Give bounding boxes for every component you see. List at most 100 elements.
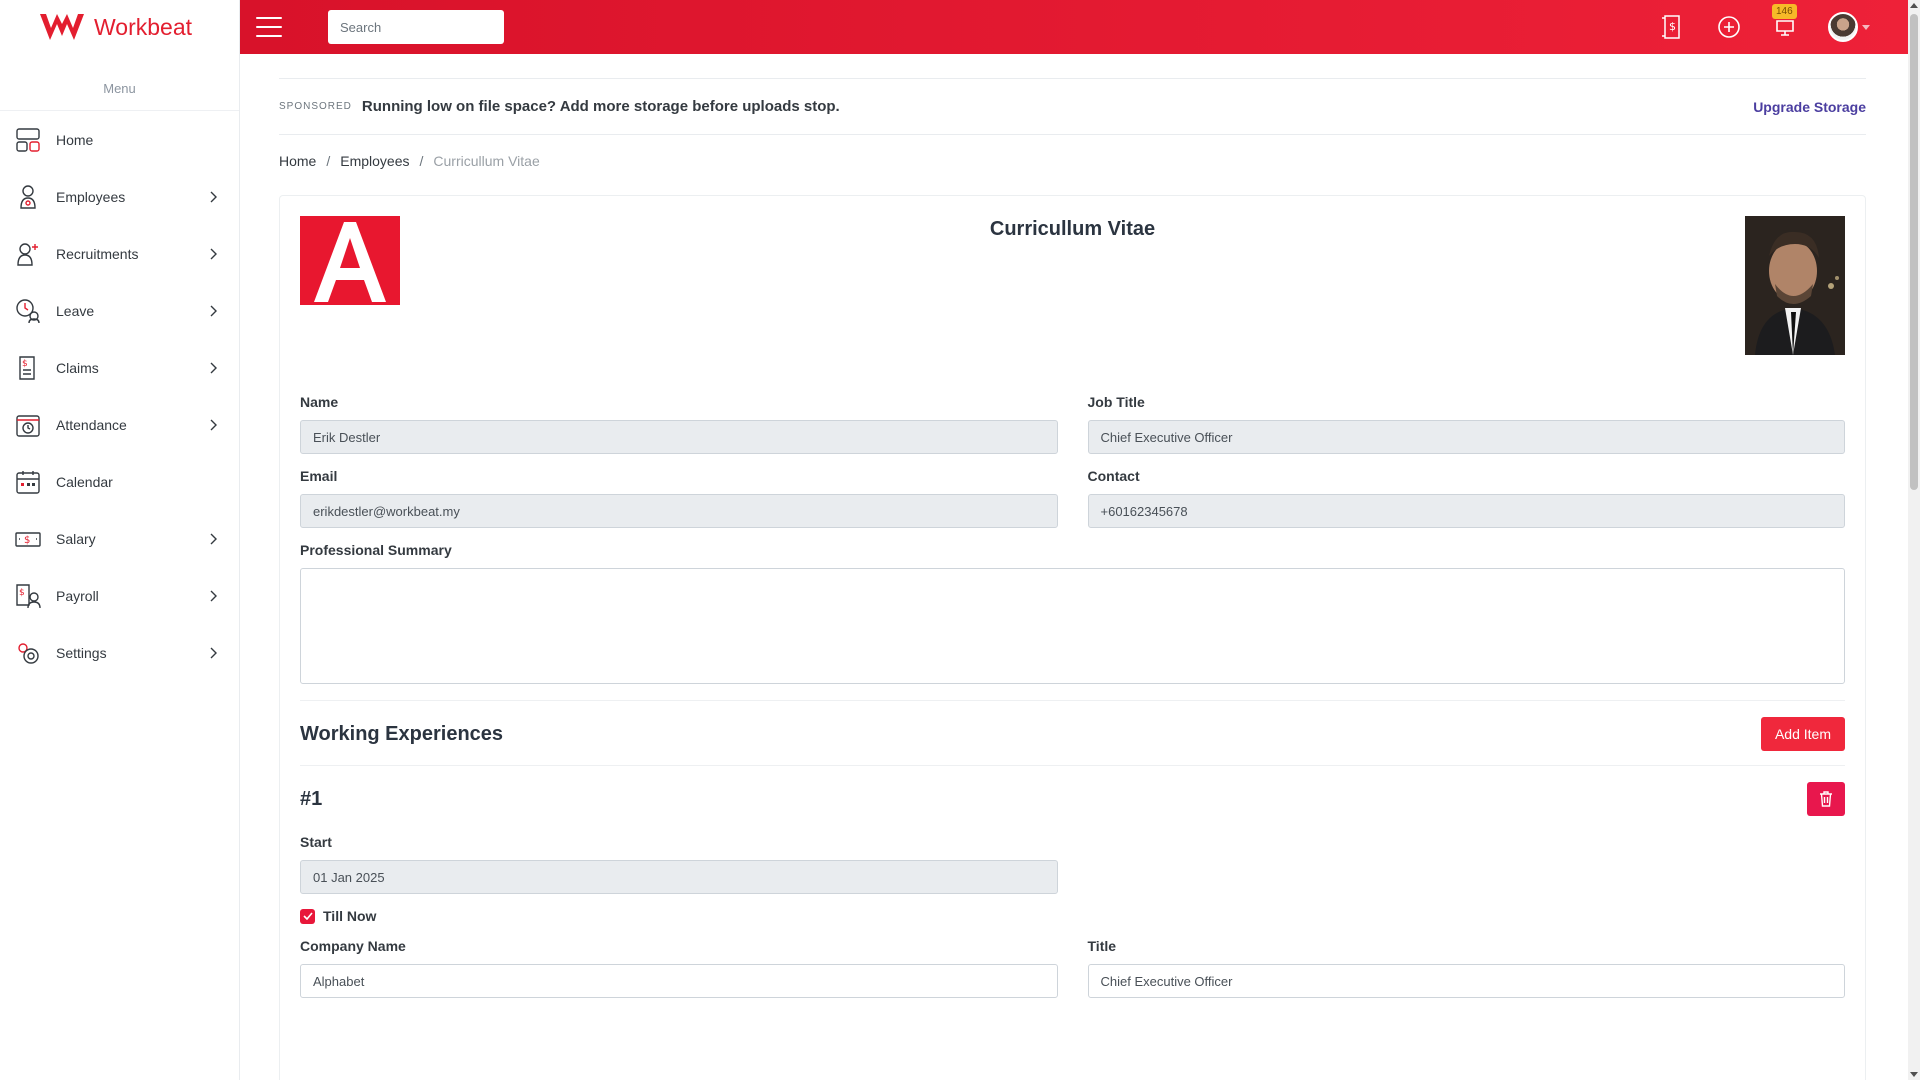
chevron-right-icon — [207, 190, 221, 204]
chevron-right-icon — [207, 418, 221, 432]
sidebar-item-label: Attendance — [56, 416, 127, 433]
user-menu[interactable] — [1828, 12, 1870, 42]
salary-icon: $ — [15, 526, 41, 552]
recruitment-icon — [15, 241, 41, 267]
sidebar-item-employees[interactable]: Employees — [0, 168, 239, 225]
sidebar-item-calendar[interactable]: Calendar — [0, 453, 239, 510]
sidebar-item-leave[interactable]: Leave — [0, 282, 239, 339]
sidebar-item-payroll[interactable]: $ Payroll — [0, 567, 239, 624]
sidebar-item-label: Recruitments — [56, 245, 139, 262]
breadcrumb-employees[interactable]: Employees — [340, 153, 409, 169]
sidebar-item-salary[interactable]: $ Salary — [0, 510, 239, 567]
email-contact-row: Email erikdestler@workbeat.my Contact +6… — [300, 468, 1845, 528]
sidebar-item-claims[interactable]: $ Claims — [0, 339, 239, 396]
menu-toggle-icon[interactable] — [256, 17, 282, 37]
brand-logo[interactable]: Workbeat — [0, 0, 239, 54]
sidebar-item-recruitments[interactable]: Recruitments — [0, 225, 239, 282]
cv-card: Curricullum Vitae Name Erik Destler Job … — [279, 195, 1866, 1080]
delete-item-button[interactable] — [1807, 782, 1845, 816]
topbar: $ 146 — [240, 0, 1920, 54]
trash-icon — [1820, 791, 1832, 807]
brand-name: Workbeat — [94, 13, 193, 40]
notification-icon[interactable]: 146 — [1772, 4, 1798, 40]
sponsored-text: Running low on file space? Add more stor… — [361, 98, 840, 115]
page-scrollbar[interactable] — [1908, 0, 1920, 1080]
email-label: Email — [300, 468, 338, 484]
workbeat-logo-icon — [40, 14, 84, 40]
svg-text:$: $ — [1669, 20, 1676, 33]
chevron-right-icon — [207, 532, 221, 546]
sidebar-item-label: Payroll — [56, 587, 99, 604]
contact-field[interactable]: +60162345678 — [1087, 494, 1845, 528]
start-row: Start 01 Jan 2025 — [300, 834, 1845, 894]
profile-photo[interactable] — [1745, 216, 1845, 355]
name-jobtitle-row: Name Erik Destler Job Title Chief Execut… — [300, 394, 1845, 454]
add-item-button[interactable]: Add Item — [1760, 717, 1845, 751]
summary-label: Professional Summary — [300, 542, 452, 558]
breadcrumb-separator: / — [419, 153, 424, 169]
calendar-icon — [15, 469, 41, 495]
summary-textarea[interactable] — [300, 568, 1845, 684]
experiences-header: Working Experiences Add Item — [300, 701, 1845, 766]
chevron-right-icon — [207, 589, 221, 603]
email-field[interactable]: erikdestler@workbeat.my — [300, 494, 1058, 528]
company-title-row: Company Name Alphabet Title Chief Execut… — [300, 938, 1845, 998]
main-content: SPONSORED Running low on file space? Add… — [279, 54, 1866, 1080]
sidebar-nav: Home Employees Recruitments Leave $ Clai… — [0, 111, 239, 681]
breadcrumb: Home / Employees / Curricullum Vitae — [279, 153, 1866, 169]
chevron-right-icon — [207, 247, 221, 261]
chevron-right-icon — [207, 646, 221, 660]
experiences-title: Working Experiences — [300, 722, 504, 745]
scroll-thumb[interactable] — [1910, 14, 1918, 490]
job-title-field[interactable]: Chief Executive Officer — [1087, 420, 1845, 454]
scroll-up-icon[interactable] — [1910, 3, 1918, 8]
breadcrumb-current: Curricullum Vitae — [433, 153, 540, 169]
till-now-label: Till Now — [323, 908, 377, 924]
start-label: Start — [300, 834, 332, 850]
sidebar-item-label: Calendar — [56, 473, 113, 490]
sidebar-item-label: Employees — [56, 188, 126, 205]
sidebar-item-label: Home — [56, 131, 94, 148]
sidebar-item-label: Leave — [56, 302, 95, 319]
chevron-right-icon — [207, 361, 221, 375]
menu-title: Menu — [0, 81, 239, 111]
svg-text:$: $ — [24, 535, 30, 546]
settings-icon — [15, 640, 41, 666]
company-name-field[interactable]: Alphabet — [300, 964, 1058, 998]
name-field[interactable]: Erik Destler — [300, 420, 1058, 454]
employee-icon — [15, 184, 41, 210]
claims-icon: $ — [15, 355, 41, 381]
experience-item-header: #1 — [300, 766, 1845, 834]
start-date-field[interactable]: 01 Jan 2025 — [300, 860, 1058, 894]
add-circle-icon[interactable] — [1716, 14, 1742, 40]
attendance-icon — [15, 412, 41, 438]
breadcrumb-separator: / — [326, 153, 331, 169]
experience-title-field[interactable]: Chief Executive Officer — [1087, 964, 1845, 998]
company-logo — [300, 216, 400, 305]
till-now-checkbox[interactable] — [300, 908, 315, 924]
topbar-actions: $ 146 — [1660, 0, 1870, 54]
summary-group: Professional Summary — [300, 542, 1845, 684]
experience-title-label: Title — [1087, 938, 1117, 954]
sidebar-item-attendance[interactable]: Attendance — [0, 396, 239, 453]
invoice-icon[interactable]: $ — [1660, 14, 1686, 40]
sponsored-banner: SPONSORED Running low on file space? Add… — [279, 78, 1866, 135]
sponsored-tag: SPONSORED — [279, 101, 352, 112]
leave-icon — [15, 298, 41, 324]
contact-label: Contact — [1087, 468, 1140, 484]
scroll-down-icon[interactable] — [1910, 1072, 1918, 1077]
payroll-icon: $ — [15, 583, 41, 609]
experience-item-number: #1 — [300, 787, 323, 810]
home-icon — [15, 127, 41, 153]
notification-badge: 146 — [1772, 4, 1797, 19]
breadcrumb-home[interactable]: Home — [279, 153, 316, 169]
upgrade-storage-link[interactable]: Upgrade Storage — [1753, 99, 1866, 115]
job-title-label: Job Title — [1087, 394, 1145, 410]
sidebar: Workbeat Menu Home Employees Recruitment… — [0, 0, 240, 1080]
check-icon — [302, 912, 313, 920]
name-label: Name — [300, 394, 339, 410]
search-input[interactable] — [328, 10, 504, 44]
sidebar-item-settings[interactable]: Settings — [0, 624, 239, 681]
avatar — [1828, 12, 1858, 42]
sidebar-item-home[interactable]: Home — [0, 111, 239, 168]
